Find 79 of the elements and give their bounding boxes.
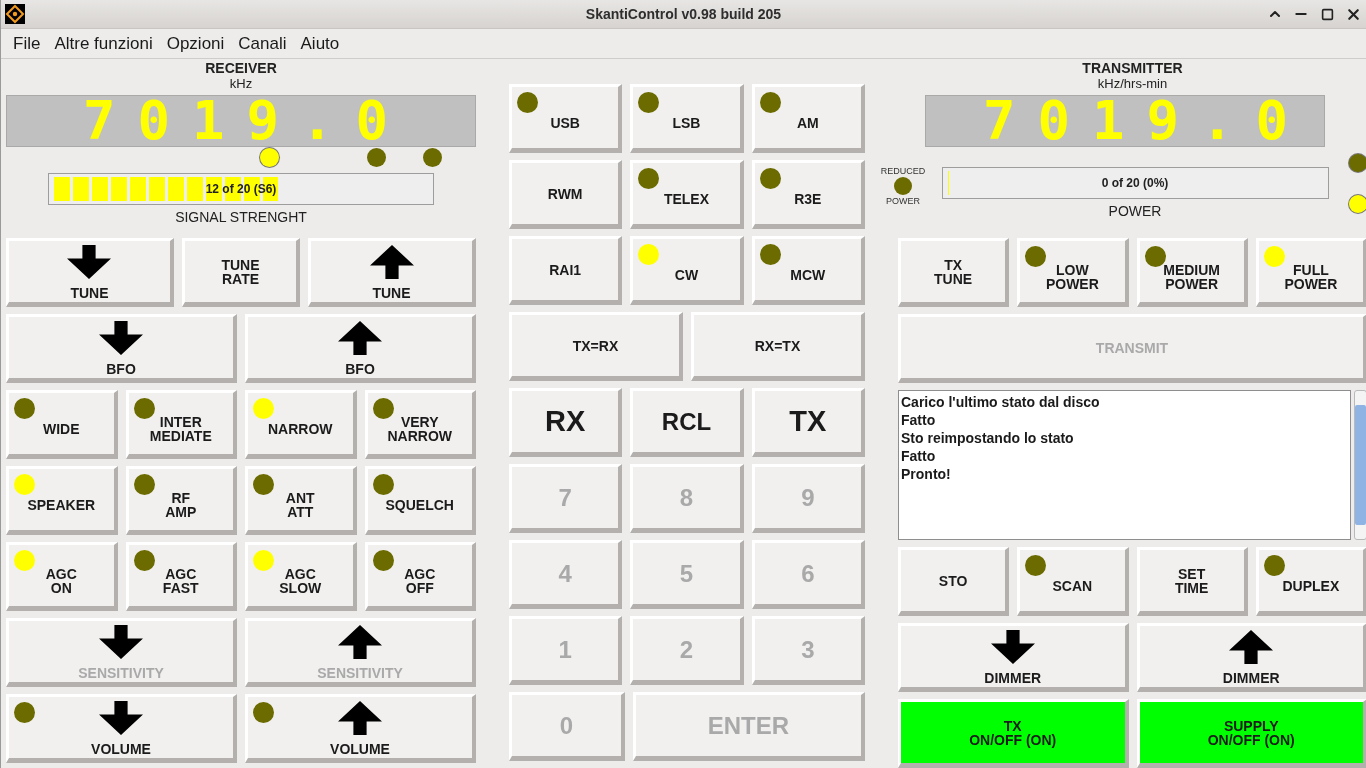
control-button[interactable]: VERY NARROW xyxy=(364,390,476,459)
section-title: RECEIVER xyxy=(205,60,277,76)
control-button[interactable]: AGC SLOW xyxy=(245,542,357,611)
menu-item[interactable]: File xyxy=(13,33,41,54)
arrow-down-icon xyxy=(99,701,143,735)
control-button[interactable]: SCAN xyxy=(1017,547,1129,616)
control-button[interactable]: AM xyxy=(751,84,865,153)
control-button[interactable]: RX xyxy=(509,388,623,457)
menu-item[interactable]: Aiuto xyxy=(300,33,340,54)
control-button[interactable]: TUNE RATE xyxy=(182,238,300,307)
section-title: TRANSMITTER xyxy=(1082,60,1183,76)
control-button[interactable]: DIMMER xyxy=(1136,623,1366,692)
control-button[interactable]: MEDIUM POWER xyxy=(1136,238,1248,307)
control-button[interactable]: LSB xyxy=(630,84,744,153)
control-button[interactable]: LOW POWER xyxy=(1017,238,1129,307)
control-button[interactable]: CW xyxy=(630,236,744,305)
control-button[interactable]: TELEX xyxy=(630,160,744,229)
control-button[interactable]: RF AMP xyxy=(125,466,237,535)
arrow-down-icon xyxy=(990,630,1035,664)
menu-item[interactable]: Canali xyxy=(238,33,287,54)
arrow-up-icon xyxy=(338,321,382,355)
control-button[interactable]: SQUELCH xyxy=(364,466,476,535)
control-button[interactable]: TX xyxy=(751,388,865,457)
arrow-up-icon xyxy=(338,701,382,735)
control-button[interactable]: RCL xyxy=(630,388,744,457)
control-button[interactable]: BFO xyxy=(6,314,237,383)
frequency-display: 7019.0 xyxy=(6,95,476,147)
control-button[interactable]: TX=RX xyxy=(509,312,683,381)
unit-label: kHz/hrs-min xyxy=(1097,76,1168,91)
lamp-label: REDUCED xyxy=(880,166,926,176)
control-button[interactable]: FULL POWER xyxy=(1255,238,1366,307)
control-button[interactable]: DIMMER xyxy=(898,623,1129,692)
control-button[interactable]: RAI1 xyxy=(509,236,623,305)
control-button[interactable]: SPEAKER xyxy=(6,466,118,535)
arrow-down-icon xyxy=(67,245,112,279)
control-button[interactable]: BFO xyxy=(245,314,476,383)
control-button[interactable]: TUNE xyxy=(308,238,476,307)
menu-item[interactable]: Altre funzioni xyxy=(54,33,153,54)
window-title: SkantiControl v0.98 build 205 xyxy=(584,6,783,22)
meter-label: POWER xyxy=(1108,203,1162,219)
control-button[interactable]: AGC ON xyxy=(6,542,118,611)
control-button[interactable]: VOLUME xyxy=(6,694,237,763)
control-button[interactable]: RX=TX xyxy=(691,312,865,381)
arrow-down-icon xyxy=(99,321,143,355)
arrow-up-icon xyxy=(1229,630,1274,664)
meter-label: SIGNAL STRENGHT xyxy=(175,209,307,225)
log-line: Sto reimpostando lo stato xyxy=(901,429,1075,447)
control-button[interactable]: AGC FAST xyxy=(125,542,237,611)
menu-item[interactable]: Opzioni xyxy=(166,33,225,54)
meter-reading: 0 of 20 (0%) xyxy=(1100,176,1170,190)
control-button[interactable]: SET TIME xyxy=(1136,547,1248,616)
toggle-button[interactable]: SUPPLY ON/OFF (ON) xyxy=(1136,699,1366,768)
lamp-label: POWER xyxy=(886,196,920,206)
control-button[interactable]: USB xyxy=(509,84,623,153)
control-button[interactable]: TX TUNE xyxy=(898,238,1010,307)
control-button[interactable]: AGC OFF xyxy=(364,542,476,611)
control-button[interactable]: R3E xyxy=(751,160,865,229)
frequency-display: 7019.0 xyxy=(925,95,1325,147)
control-button[interactable]: INTER MEDIATE xyxy=(125,390,237,459)
arrow-up-icon xyxy=(369,245,414,279)
log-line: Carico l'ultimo stato dal disco xyxy=(901,393,1101,411)
control-button[interactable]: VOLUME xyxy=(245,694,476,763)
control-button[interactable]: NARROW xyxy=(245,390,357,459)
app-icon xyxy=(5,4,25,24)
control-button[interactable]: ANT ATT xyxy=(245,466,357,535)
control-button[interactable]: MCW xyxy=(751,236,865,305)
arrow-up-icon xyxy=(338,625,382,659)
control-button[interactable]: WIDE xyxy=(6,390,118,459)
control-button[interactable]: DUPLEX xyxy=(1255,547,1366,616)
arrow-down-icon xyxy=(99,625,143,659)
log-line: Pronto! xyxy=(901,465,952,483)
control-button[interactable]: RWM xyxy=(509,160,623,229)
control-button[interactable]: TUNE xyxy=(6,238,174,307)
control-button[interactable]: STO xyxy=(898,547,1010,616)
log-line: Fatto xyxy=(901,411,937,429)
log-line: Fatto xyxy=(901,447,937,465)
toggle-button[interactable]: TX ON/OFF (ON) xyxy=(898,699,1129,768)
scrollbar[interactable] xyxy=(1354,390,1366,540)
unit-label: kHz xyxy=(229,76,253,91)
